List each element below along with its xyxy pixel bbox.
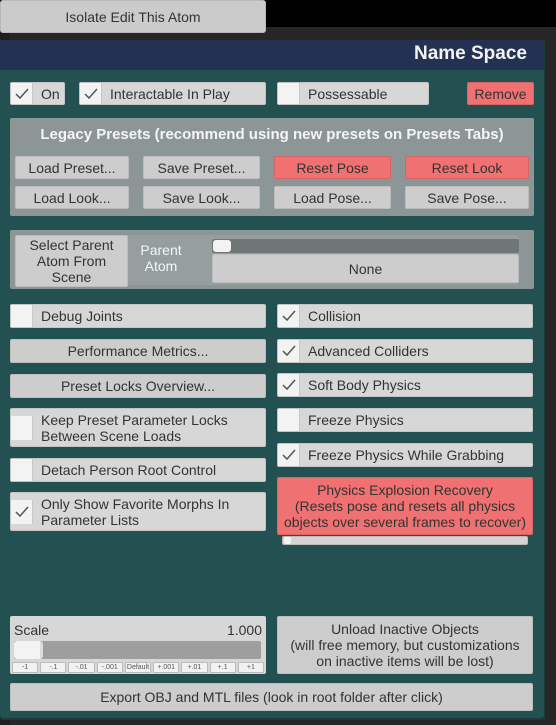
scrollbar-handle[interactable]	[213, 240, 231, 252]
freeze-physics-toggle[interactable]: Freeze Physics	[277, 408, 533, 432]
soft-body-physics-toggle[interactable]: Soft Body Physics	[277, 373, 533, 397]
interactable-label: Interactable In Play	[110, 85, 230, 102]
load-preset-button[interactable]: Load Preset...	[15, 156, 129, 179]
parent-atom-scrollbar[interactable]	[212, 239, 519, 253]
select-parent-button[interactable]: Select Parent Atom From Scene	[15, 235, 128, 287]
step-minus-0.001[interactable]: -.001	[96, 662, 123, 673]
keep-locks-toggle[interactable]: Keep Preset Parameter Locks Between Scen…	[10, 408, 266, 447]
debug-joints-toggle[interactable]: Debug Joints	[10, 304, 266, 328]
checkbox-on[interactable]	[11, 83, 33, 104]
favorite-morphs-label: Only Show Favorite Morphs In Parameter L…	[41, 495, 230, 528]
save-look-button[interactable]: Save Look...	[143, 186, 260, 209]
step-plus-0.001[interactable]: +.001	[153, 662, 180, 673]
save-pose-button[interactable]: Save Pose...	[405, 186, 529, 209]
checkbox-interactable[interactable]	[80, 83, 102, 104]
interactable-in-play-toggle[interactable]: Interactable In Play	[79, 82, 266, 105]
freeze-grabbing-label: Freeze Physics While Grabbing	[308, 447, 505, 463]
scale-label: Scale	[14, 622, 50, 638]
on-toggle[interactable]: On	[10, 82, 65, 105]
reset-look-button[interactable]: Reset Look	[405, 156, 529, 179]
collision-label: Collision	[308, 308, 361, 324]
checkmark-icon	[14, 88, 29, 99]
save-preset-button[interactable]: Save Preset...	[143, 156, 260, 179]
checkbox-freeze-physics[interactable]	[278, 409, 300, 431]
step-plus-1[interactable]: +1	[237, 662, 264, 673]
checkbox-soft-body[interactable]	[278, 374, 300, 396]
detach-root-toggle[interactable]: Detach Person Root Control	[10, 458, 266, 482]
progress-handle	[284, 537, 291, 544]
checkbox-advanced-colliders[interactable]	[278, 340, 300, 362]
unload-line1: Unload Inactive Objects	[331, 621, 479, 637]
scale-slider-track[interactable]	[14, 641, 261, 659]
step-plus-0.01[interactable]: +.01	[181, 662, 208, 673]
advanced-colliders-toggle[interactable]: Advanced Colliders	[277, 339, 533, 363]
export-obj-mtl-button[interactable]: Export OBJ and MTL files (look in root f…	[10, 683, 533, 711]
scale-value: 1.000	[226, 622, 262, 638]
panel-header: Name Space	[0, 40, 544, 70]
checkbox-freeze-grabbing[interactable]	[278, 444, 300, 466]
physics-explosion-recovery-button[interactable]: Physics Explosion Recovery (Resets pose …	[277, 477, 533, 535]
reset-pose-button[interactable]: Reset Pose	[274, 156, 391, 179]
checkmark-icon	[281, 345, 296, 357]
favorite-morphs-toggle[interactable]: Only Show Favorite Morphs In Parameter L…	[10, 492, 266, 531]
scale-step-buttons: -1 -.1 -.01 -.001 Default +.001 +.01 +.1…	[12, 662, 264, 673]
freeze-while-grabbing-toggle[interactable]: Freeze Physics While Grabbing	[277, 443, 533, 467]
checkmark-icon	[281, 310, 296, 322]
step-plus-0.1[interactable]: +.1	[209, 662, 236, 673]
checkmark-icon	[281, 379, 296, 391]
freeze-physics-label: Freeze Physics	[308, 412, 404, 428]
collision-toggle[interactable]: Collision	[277, 304, 533, 328]
scale-slider-handle[interactable]	[14, 641, 43, 659]
parent-atom-label: Parent Atom	[140, 242, 182, 274]
step-minus-1[interactable]: -1	[12, 662, 39, 673]
on-label: On	[41, 85, 60, 102]
explosion-line2: (Resets pose and resets all physics	[294, 498, 516, 514]
unload-inactive-objects-button[interactable]: Unload Inactive Objects (will free memor…	[277, 616, 533, 674]
load-pose-button[interactable]: Load Pose...	[274, 186, 391, 209]
panel-title: Name Space	[413, 43, 527, 64]
checkmark-icon	[281, 449, 296, 461]
explosion-recovery-progress	[282, 536, 528, 545]
checkbox-collision[interactable]	[278, 305, 300, 327]
checkmark-icon	[83, 88, 98, 99]
explosion-line1: Physics Explosion Recovery	[317, 482, 493, 498]
legacy-presets-title: Legacy Presets (recommend using new pres…	[40, 126, 504, 143]
checkbox-debug-joints[interactable]	[11, 305, 33, 327]
load-look-button[interactable]: Load Look...	[15, 186, 129, 209]
checkbox-possessable[interactable]	[278, 83, 300, 104]
soft-body-label: Soft Body Physics	[308, 377, 421, 393]
keep-locks-label: Keep Preset Parameter Locks Between Scen…	[41, 411, 228, 444]
checkmark-icon	[14, 506, 29, 517]
step-minus-0.1[interactable]: -.1	[40, 662, 67, 673]
checkbox-detach-root[interactable]	[11, 459, 33, 481]
checkbox-favorite-morphs[interactable]	[11, 499, 33, 524]
step-minus-0.01[interactable]: -.01	[68, 662, 95, 673]
checkbox-keep-locks[interactable]	[11, 415, 33, 440]
parent-atom-select[interactable]: None	[212, 254, 519, 283]
preset-locks-overview-button[interactable]: Preset Locks Overview...	[10, 374, 266, 398]
scale-slider-panel: Scale 1.000 -1 -.1 -.01 -.001 Default +.…	[10, 616, 266, 674]
unload-line2: (will free memory, but customizations	[290, 637, 520, 653]
unload-line3: on inactive items will be lost)	[316, 653, 494, 669]
performance-metrics-button[interactable]: Performance Metrics...	[10, 339, 266, 363]
possessable-label: Possessable	[308, 85, 388, 102]
isolate-edit-button[interactable]: Isolate Edit This Atom	[0, 0, 266, 33]
detach-root-label: Detach Person Root Control	[41, 462, 217, 478]
advanced-colliders-label: Advanced Colliders	[308, 343, 429, 359]
possessable-toggle[interactable]: Possessable	[277, 82, 429, 105]
remove-button[interactable]: Remove	[467, 82, 534, 105]
debug-joints-label: Debug Joints	[41, 308, 123, 324]
step-default[interactable]: Default	[124, 662, 152, 673]
explosion-line3: objects over several frames to recover)	[284, 514, 526, 530]
